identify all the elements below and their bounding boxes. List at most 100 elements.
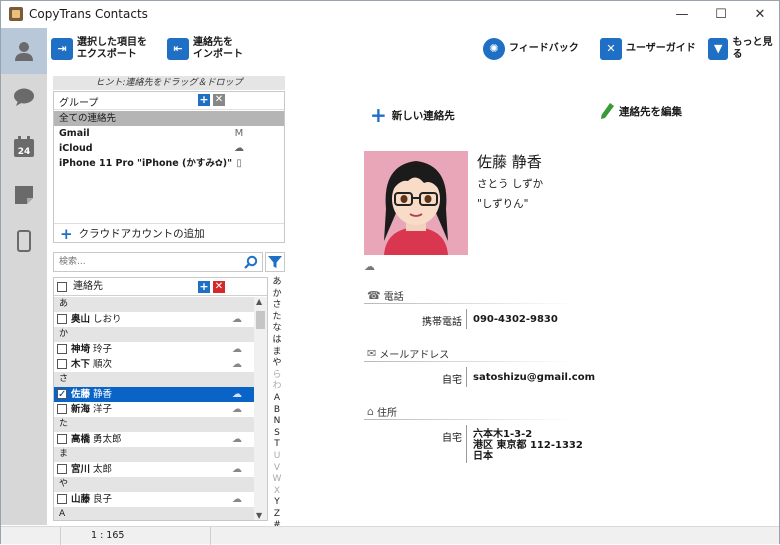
feedback-button[interactable]: ✺ フィードバック [483, 34, 579, 64]
filter-button[interactable] [265, 252, 285, 272]
alphabet-index-item[interactable]: N [269, 416, 285, 428]
group-item[interactable]: 全ての連絡先 [54, 111, 284, 126]
alphabet-index-item[interactable]: さ [269, 300, 285, 312]
new-contact-button[interactable]: + 新しい連絡先 [370, 103, 455, 127]
alphabet-index-item[interactable]: や [269, 358, 285, 370]
group-item[interactable]: iPhone 11 Pro "iPhone (かすみ✿)" ▯ [54, 156, 284, 171]
user-guide-label: ユーザーガイド [626, 43, 696, 54]
scrollbar-thumb[interactable] [256, 311, 265, 329]
sidebar-item-messages[interactable] [1, 74, 47, 120]
search-input[interactable] [54, 253, 234, 271]
search-icon[interactable] [244, 255, 258, 269]
calendar-icon: 24 [14, 136, 34, 157]
cloud-icon: ☁ [364, 260, 375, 273]
alphabet-index-item[interactable]: S [269, 428, 285, 440]
alphabet-index-item[interactable]: X [269, 486, 285, 498]
contact-first-name: 玲子 [93, 344, 113, 355]
more-button[interactable]: ▼ もっと見る [708, 34, 779, 64]
contact-name: 奥山 しおり [71, 312, 122, 327]
alphabet-index-item[interactable]: T [269, 439, 285, 451]
lightbulb-icon: ✺ [483, 38, 505, 60]
alphabet-index-item[interactable]: な [269, 323, 285, 335]
alphabet-index-item[interactable]: U [269, 451, 285, 463]
contact-name: 佐藤 静香 [477, 153, 542, 171]
cloud-icon: ☁ [232, 434, 242, 445]
alphabet-index-item[interactable]: か [269, 289, 285, 301]
alphabet-index-item[interactable]: A [269, 393, 285, 405]
alphabet-index-item[interactable]: あ [269, 277, 285, 289]
contact-last-name: 神埼 [71, 344, 91, 355]
select-all-checkbox[interactable] [57, 282, 67, 292]
drag-drop-hint: ヒント:連絡先をドラッグ＆ドロップ [53, 76, 285, 90]
alphabet-index-item[interactable]: た [269, 312, 285, 324]
delete-group-icon[interactable]: ✕ [213, 94, 225, 106]
list-item[interactable]: 木下 順次 ☁ [54, 357, 254, 372]
list-item[interactable]: 高橋 勇太郎 ☁ [54, 432, 254, 447]
cloud-icon: ☁ [232, 359, 242, 370]
contact-last-name: 木下 [71, 359, 91, 370]
telephone-icon: ☎ [367, 289, 381, 302]
house-icon: ⌂ [367, 405, 374, 418]
sidebar-item-contacts[interactable] [1, 28, 47, 74]
alphabet-index-item[interactable]: Y [269, 497, 285, 509]
alphabet-index-item[interactable]: ら [269, 370, 285, 382]
list-item[interactable]: 宮川 太郎 ☁ [54, 462, 254, 477]
alphabet-index-item[interactable]: B [269, 405, 285, 417]
contact-list: 連絡先 + ✕ あ奥山 しおり☁か神埼 玲子☁木下 順次☁さ佐藤 静香☁新海 洋… [53, 277, 268, 521]
contact-checkbox[interactable] [57, 387, 67, 402]
group-item-label: iCloud [59, 143, 93, 154]
contact-checkbox[interactable] [57, 359, 67, 369]
pencil-icon [601, 103, 614, 119]
app-window: CopyTrans Contacts — ☐ ✕ 24 ⇥ 選択した項目を エクス… [0, 0, 780, 545]
group-item[interactable]: iCloud ☁ [54, 141, 284, 156]
contact-checkbox[interactable] [57, 464, 67, 474]
scroll-down-icon[interactable]: ▼ [256, 511, 262, 520]
alphabet-index-item[interactable]: ま [269, 347, 285, 359]
email-value[interactable]: satoshizu@gmail.com [473, 372, 595, 383]
list-item[interactable]: 新海 洋子 ☁ [54, 402, 254, 417]
sidebar-item-notes[interactable] [1, 172, 47, 218]
group-item[interactable]: Gmail M [54, 126, 284, 141]
contact-checkbox[interactable] [57, 434, 67, 444]
list-item[interactable]: 神埼 玲子 ☁ [54, 342, 254, 357]
alphabet-index-item[interactable]: V [269, 463, 285, 475]
contact-checkbox[interactable] [57, 344, 67, 354]
delete-contact-icon[interactable]: ✕ [213, 281, 225, 293]
export-button[interactable]: ⇥ 選択した項目を エクスポート [51, 34, 147, 64]
app-logo-icon [9, 7, 23, 21]
phone-section-title: ☎ 電話 [367, 288, 404, 303]
close-button[interactable]: ✕ [737, 1, 780, 28]
address-value[interactable]: 六本木1-3-2 港区 東京都 112-1332 日本 [473, 429, 583, 462]
alphabet-index-item[interactable]: は [269, 335, 285, 347]
address-line3: 日本 [473, 451, 493, 462]
address-type-label: 自宅 [442, 433, 462, 444]
phone-value[interactable]: 090-4302-9830 [473, 314, 558, 325]
add-contact-icon[interactable]: + [198, 281, 210, 293]
contact-checkbox[interactable] [57, 314, 67, 324]
scroll-up-icon[interactable]: ▲ [256, 297, 262, 306]
contact-list-scrollbar[interactable]: ▲ ▼ [254, 297, 267, 520]
contact-last-name: 山藤 [71, 494, 91, 505]
contact-checkbox[interactable] [57, 494, 67, 504]
list-item[interactable]: 佐藤 静香 ☁ [54, 387, 254, 402]
list-item[interactable]: 山藤 良子 ☁ [54, 492, 254, 507]
tools-icon: ✕ [600, 38, 622, 60]
search-field[interactable] [53, 252, 263, 272]
contact-checkbox[interactable] [57, 404, 67, 414]
sidebar-item-device[interactable] [1, 218, 47, 264]
group-item-label: 全ての連絡先 [59, 113, 117, 124]
import-button[interactable]: ⇤ 連絡先を インポート [167, 34, 243, 64]
add-cloud-account-button[interactable]: + クラウドアカウントの追加 [54, 223, 284, 243]
sidebar-item-calendar[interactable]: 24 [1, 124, 47, 170]
list-item[interactable]: 奥山 しおり ☁ [54, 312, 254, 327]
alphabet-index-item[interactable]: W [269, 474, 285, 486]
user-guide-button[interactable]: ✕ ユーザーガイド [600, 34, 696, 64]
import-label-line1: 連絡先を [193, 37, 233, 48]
alphabet-index-item[interactable]: わ [269, 381, 285, 393]
contact-list-header: 連絡先 + ✕ [54, 278, 267, 296]
add-group-icon[interactable]: + [198, 94, 210, 106]
edit-contact-button[interactable]: 連絡先を編集 [600, 103, 682, 119]
avatar-illustration [364, 151, 468, 255]
alphabet-index-item[interactable]: Z [269, 509, 285, 521]
cloud-icon: ☁ [234, 143, 244, 154]
